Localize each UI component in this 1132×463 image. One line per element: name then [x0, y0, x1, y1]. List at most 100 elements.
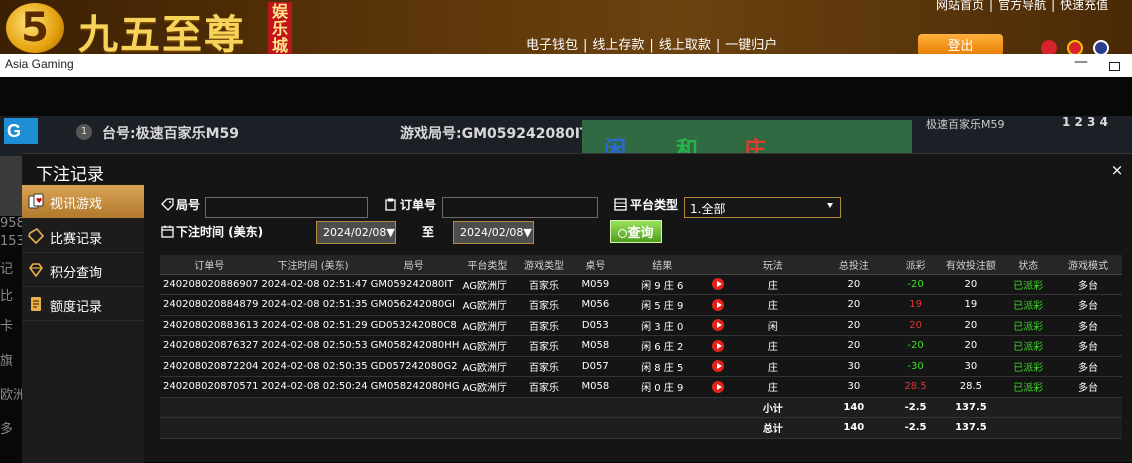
date-to-picker[interactable]: 2024/02/08▼: [453, 221, 534, 244]
side-fragment: 958: [0, 216, 22, 231]
total-valid-bet: 137.5: [939, 417, 1003, 439]
bet-option-cell: 庄: [729, 356, 816, 377]
wallet-links: 电子钱包 | 线上存款 | 线上取款 | 一键归户: [526, 34, 777, 53]
close-icon[interactable]: ×: [1110, 162, 1124, 178]
wallet-link-consolidate[interactable]: 一键归户: [725, 38, 777, 53]
empty-cell: [618, 417, 707, 439]
video-replay-icon[interactable]: [712, 380, 725, 393]
dialog-title: 下注记录: [36, 165, 104, 185]
payout-cell: -30: [892, 356, 940, 377]
round-filter-label: 局号: [176, 198, 201, 212]
empty-cell: [160, 417, 259, 439]
round-number-cell: GM059242080IT: [367, 274, 460, 295]
link-separator: |: [649, 38, 654, 53]
date-from-picker[interactable]: 2024/02/08▼: [316, 221, 396, 244]
column-header: [706, 255, 730, 275]
sidebar-item-match-records[interactable]: 比赛记录: [22, 220, 144, 253]
sidebar-item-label: 比赛记录: [50, 232, 103, 247]
game-mode-cell: 多台: [1053, 335, 1122, 357]
top-link-navigation[interactable]: 官方导航: [998, 0, 1046, 12]
total-bet-cell: 20: [815, 315, 893, 336]
empty-cell: [1002, 397, 1054, 418]
tag-icon: [161, 198, 174, 211]
column-header: 订单号: [160, 255, 259, 275]
platform-selected-value: 1.全部: [690, 202, 726, 216]
replay-cell[interactable]: [706, 315, 730, 336]
bet-option-cell: 庄: [729, 376, 816, 398]
wallet-link-e-wallet[interactable]: 电子钱包: [526, 38, 578, 53]
bet-option-cell: 庄: [729, 274, 816, 295]
empty-cell: [515, 417, 573, 439]
round-number-cell: GM058242080HH: [367, 335, 460, 357]
result-cell: 闲 9 庄 6: [618, 274, 707, 295]
sidebar-item-live-games[interactable]: ♥ 视讯游戏: [22, 185, 144, 218]
query-button[interactable]: 查询: [610, 220, 662, 243]
side-fragment: 153.: [0, 234, 22, 249]
replay-cell[interactable]: [706, 376, 730, 398]
game-type-cell: 百家乐: [515, 335, 573, 357]
site-logo-text[interactable]: 九五至尊: [78, 2, 246, 60]
maximize-button[interactable]: [1104, 56, 1124, 76]
order-number-cell: 240208020883613: [160, 315, 259, 336]
sidebar-item-label: 积分查询: [50, 266, 103, 281]
column-header: 桌号: [572, 255, 619, 275]
round-number-cell: GD057242080G2: [367, 356, 460, 377]
wallet-link-deposit[interactable]: 线上存款: [592, 38, 644, 53]
chevron-down-icon: [827, 203, 833, 208]
caret-down-icon: ▼: [523, 226, 532, 239]
empty-cell: [706, 417, 730, 439]
result-cell: 闲 8 庄 5: [618, 356, 707, 377]
total-payout: -2.5: [892, 417, 940, 439]
platform-type-cell: AG欧洲厅: [459, 376, 516, 398]
platform-type-select[interactable]: 1.全部: [684, 197, 841, 218]
game-mode-cell: 多台: [1053, 356, 1122, 377]
result-cell: 闲 6 庄 2: [618, 335, 707, 357]
side-fragment: 比: [0, 289, 14, 304]
diamond-icon: [29, 263, 43, 278]
empty-cell: [160, 397, 259, 418]
bet-time-cell: 2024-02-08 02:51:29: [258, 315, 368, 336]
result-cell: 闲 3 庄 0: [618, 315, 707, 336]
maximize-icon: [1109, 62, 1120, 71]
list-icon: [614, 198, 627, 211]
replay-cell[interactable]: [706, 274, 730, 295]
order-number-input[interactable]: [442, 197, 598, 218]
round-number-cell: GM058242080HG: [367, 376, 460, 398]
table-number-cell: D053: [572, 315, 619, 336]
link-separator: |: [715, 38, 721, 53]
payout-cell: 20: [892, 315, 940, 336]
sidebar-item-points-query[interactable]: 积分查询: [22, 254, 144, 287]
column-header: 结果: [618, 255, 707, 275]
table-number-cell: M058: [572, 335, 619, 357]
empty-cell: [367, 417, 460, 439]
column-header: 有效投注额: [939, 255, 1003, 275]
platform-type-cell: AG欧洲厅: [459, 315, 516, 336]
site-logo-icon[interactable]: 5: [6, 3, 64, 53]
top-link-home[interactable]: 网站首页: [936, 0, 984, 12]
video-replay-icon[interactable]: [712, 360, 725, 373]
logout-button[interactable]: 登出: [918, 34, 1003, 56]
ticket-icon: [28, 228, 44, 244]
video-replay-icon[interactable]: [712, 278, 725, 291]
minimize-button[interactable]: —: [1072, 54, 1090, 76]
top-link-quick-deposit[interactable]: 快速充值: [1060, 0, 1108, 12]
replay-cell[interactable]: [706, 356, 730, 377]
subtotal-bet: 140: [815, 397, 893, 418]
video-replay-icon[interactable]: [712, 319, 725, 332]
empty-cell: [1053, 397, 1122, 418]
side-fragment: 多: [0, 422, 14, 437]
video-replay-icon[interactable]: [712, 298, 725, 311]
platform-type-cell: AG欧洲厅: [459, 294, 516, 316]
sidebar-item-credit-records[interactable]: 额度记录: [22, 288, 144, 321]
video-replay-icon[interactable]: [712, 339, 725, 352]
order-number-cell: 240208020886907: [160, 274, 259, 295]
round-number-input[interactable]: [205, 197, 368, 218]
empty-cell: [706, 397, 730, 418]
table-row: 240208020884879 2024-02-08 02:51:35 GM0562…: [160, 294, 1122, 316]
replay-cell[interactable]: [706, 294, 730, 316]
replay-cell[interactable]: [706, 335, 730, 357]
valid-bet-cell: 28.5: [939, 376, 1003, 398]
round-number-cell: GD053242080C8: [367, 315, 460, 336]
window-title: Asia Gaming: [5, 57, 74, 71]
wallet-link-withdraw[interactable]: 线上取款: [659, 38, 711, 53]
